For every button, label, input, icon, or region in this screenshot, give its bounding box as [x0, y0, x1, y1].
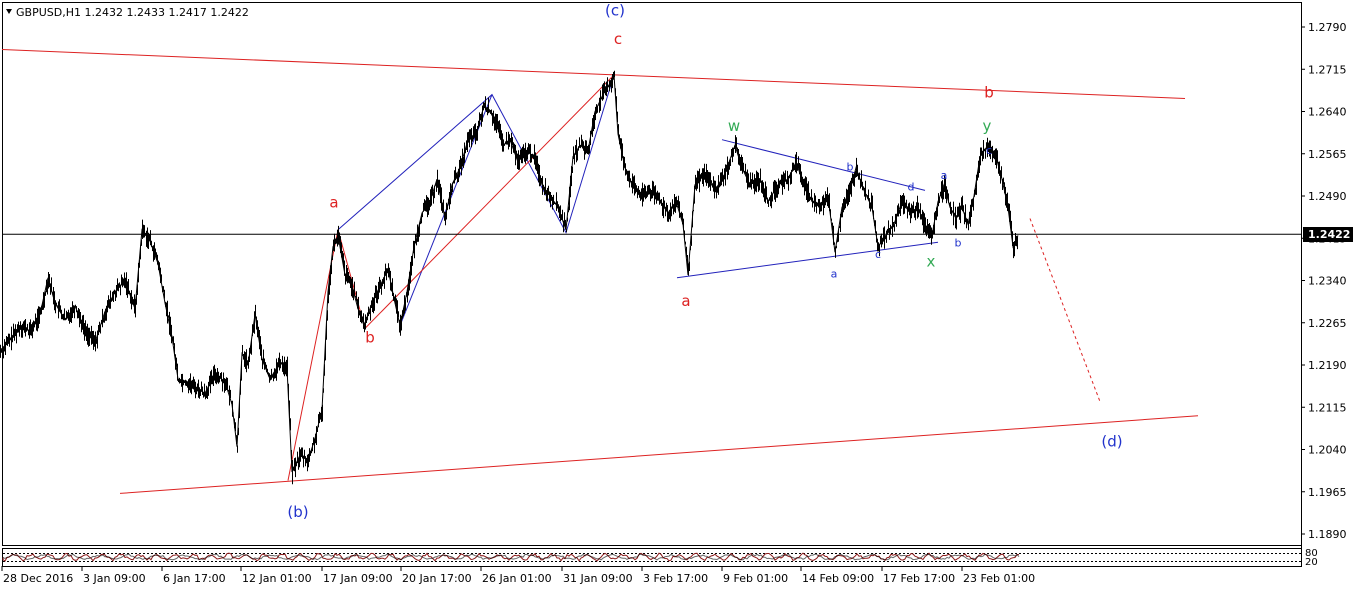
trend-line [1, 49, 1186, 99]
wave-label: b [955, 237, 962, 250]
trend-line [1029, 218, 1101, 402]
indicator-level-20: 20 [1305, 557, 1318, 568]
price-tick-label: 1.2790 [1308, 21, 1347, 34]
time-tick-label: 14 Feb 09:00 [802, 572, 874, 585]
price-bars [0, 70, 1018, 485]
price-tick-label: 1.1965 [1308, 486, 1347, 499]
time-tick-label: 31 Jan 09:00 [563, 572, 633, 585]
wave-label: a [831, 268, 838, 281]
wave-label: w [728, 117, 740, 135]
price-tick-label: 1.1890 [1308, 528, 1347, 541]
oscillator-signal-line [2, 553, 1020, 561]
time-tick-label: 28 Dec 2016 [3, 572, 73, 585]
time-tick-label: 26 Jan 01:00 [482, 572, 552, 585]
time-tick-label: 9 Feb 01:00 [723, 572, 788, 585]
oscillator-series-group [2, 552, 1020, 562]
price-tick-label: 1.2490 [1308, 190, 1347, 203]
trend-line [287, 74, 615, 481]
trend-line [676, 241, 939, 279]
wave-label: x [927, 252, 936, 270]
price-tick-label: 1.2340 [1308, 275, 1347, 288]
current-price-label: 1.2422 [1308, 228, 1350, 241]
wave-label: c [986, 144, 992, 157]
current-price-marker: 1.2422 [1303, 227, 1353, 242]
wave-label: b [984, 83, 994, 101]
trend-line [337, 74, 615, 234]
time-tick-label: 17 Jan 09:00 [323, 572, 393, 585]
chart-title: GBPUSD,H1 1.2432 1.2433 1.2417 1.2422 [16, 6, 249, 19]
price-tick-label: 1.2265 [1308, 317, 1347, 330]
time-tick-label: 20 Jan 17:00 [402, 572, 472, 585]
wave-label: (d) [1101, 433, 1122, 451]
time-tick-label: 6 Jan 17:00 [163, 572, 226, 585]
triangle-down-icon[interactable] [6, 9, 12, 14]
chart-canvas: (c)cab(b)awbdaacbxbyc(d) 1.27901.27151.2… [0, 2, 1353, 585]
wave-label: y [983, 117, 992, 135]
wave-label: c [614, 30, 622, 48]
time-tick-label: 3 Feb 17:00 [643, 572, 708, 585]
time-axis-ticks: 28 Dec 2016 3 Jan 09:00 6 Jan 17:00 12 Jan … [1, 566, 1035, 585]
price-tick-label: 1.2190 [1308, 359, 1347, 372]
wave-label: b [365, 329, 375, 347]
wave-label: a [681, 292, 690, 310]
wave-label: b [847, 161, 854, 174]
time-tick-label: 12 Jan 01:00 [242, 572, 312, 585]
trend-line [119, 415, 1199, 494]
trend-lines-group [1, 49, 1302, 494]
oscillator-line [2, 552, 1020, 562]
time-tick-label: 17 Feb 17:00 [883, 572, 955, 585]
wave-label: a [941, 169, 948, 182]
price-series-group [0, 70, 1019, 485]
wave-label: a [329, 193, 338, 211]
price-tick-label: 1.2565 [1308, 148, 1347, 161]
price-axis-ticks: 1.27901.27151.26401.25651.24901.24151.23… [1301, 21, 1347, 541]
wave-label: d [908, 180, 915, 193]
price-tick-label: 1.2640 [1308, 106, 1347, 119]
wave-label: (b) [287, 503, 308, 521]
main-plot-frame [2, 2, 1302, 546]
time-tick-label: 3 Jan 09:00 [83, 572, 146, 585]
price-tick-label: 1.2040 [1308, 444, 1347, 457]
time-tick-label: 23 Feb 01:00 [963, 572, 1035, 585]
wave-label: c [875, 248, 881, 261]
wave-label: (c) [605, 2, 625, 20]
price-tick-label: 1.2115 [1308, 401, 1347, 414]
price-tick-label: 1.2715 [1308, 63, 1347, 76]
